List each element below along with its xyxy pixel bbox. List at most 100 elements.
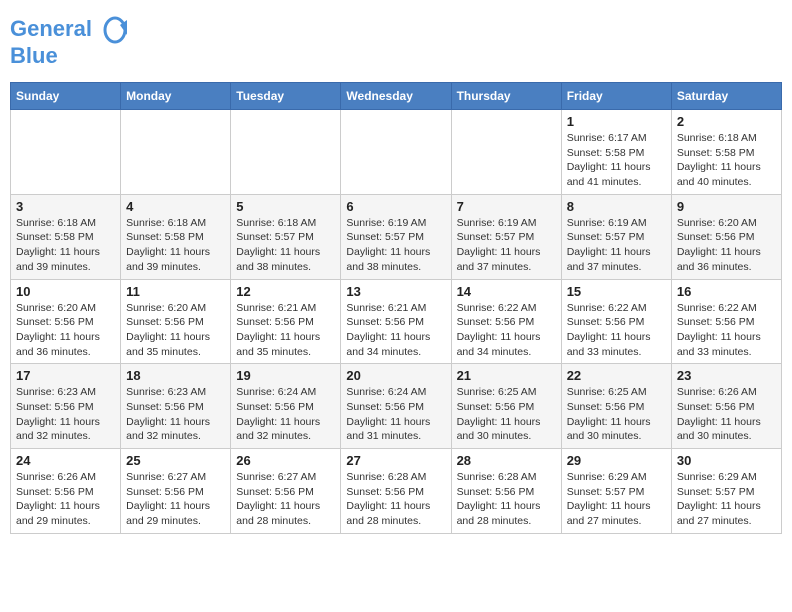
calendar-cell: 11Sunrise: 6:20 AMSunset: 5:56 PMDayligh… [121, 279, 231, 364]
calendar-cell: 6 Sunrise: 6:19 AMSunset: 5:57 PMDaylight… [341, 194, 451, 279]
calendar-cell: 28 Sunrise: 6:28 AMSunset: 5:56 PMDayligh… [451, 449, 561, 534]
day-info: Sunrise: 6:28 AMSunset: 5:56 PMDaylight:… [346, 470, 445, 529]
day-info: Sunrise: 6:26 AMSunset: 5:56 PMDaylight:… [16, 470, 115, 529]
day-info: Sunrise: 6:27 AMSunset: 5:56 PMDaylight:… [126, 470, 225, 529]
calendar-cell: 21 Sunrise: 6:25 AMSunset: 5:56 PMDayligh… [451, 364, 561, 449]
day-number: 21 [457, 368, 556, 383]
day-info: Sunrise: 6:19 AMSunset: 5:57 PMDaylight:… [346, 216, 445, 275]
day-number: 27 [346, 453, 445, 468]
calendar-cell: 16Sunrise: 6:22 AMSunset: 5:56 PMDayligh… [671, 279, 781, 364]
page-header: General Blue [10, 10, 782, 72]
calendar-day-header: Tuesday [231, 83, 341, 110]
calendar-week-row: 17 Sunrise: 6:23 AMSunset: 5:56 PMDayligh… [11, 364, 782, 449]
day-info: Sunrise: 6:18 AMSunset: 5:57 PMDaylight:… [236, 216, 335, 275]
calendar-cell: 18 Sunrise: 6:23 AMSunset: 5:56 PMDayligh… [121, 364, 231, 449]
day-info: Sunrise: 6:22 AMSunset: 5:56 PMDaylight:… [457, 301, 556, 360]
day-number: 6 [346, 199, 445, 214]
calendar-cell: 20 Sunrise: 6:24 AMSunset: 5:56 PMDayligh… [341, 364, 451, 449]
day-info: Sunrise: 6:20 AMSunset: 5:56 PMDaylight:… [677, 216, 776, 275]
calendar-cell: 9 Sunrise: 6:20 AMSunset: 5:56 PMDaylight… [671, 194, 781, 279]
day-number: 11 [126, 284, 225, 299]
day-number: 17 [16, 368, 115, 383]
day-number: 5 [236, 199, 335, 214]
day-number: 12 [236, 284, 335, 299]
calendar-cell [11, 110, 121, 195]
calendar-header-row: SundayMondayTuesdayWednesdayThursdayFrid… [11, 83, 782, 110]
day-number: 7 [457, 199, 556, 214]
calendar-day-header: Wednesday [341, 83, 451, 110]
calendar-cell [121, 110, 231, 195]
day-info: Sunrise: 6:20 AMSunset: 5:56 PMDaylight:… [16, 301, 115, 360]
day-info: Sunrise: 6:23 AMSunset: 5:56 PMDaylight:… [16, 385, 115, 444]
day-info: Sunrise: 6:25 AMSunset: 5:56 PMDaylight:… [457, 385, 556, 444]
calendar-cell: 27 Sunrise: 6:28 AMSunset: 5:56 PMDayligh… [341, 449, 451, 534]
day-number: 22 [567, 368, 666, 383]
day-number: 10 [16, 284, 115, 299]
calendar-cell: 2 Sunrise: 6:18 AMSunset: 5:58 PMDaylight… [671, 110, 781, 195]
day-info: Sunrise: 6:19 AMSunset: 5:57 PMDaylight:… [457, 216, 556, 275]
calendar-cell: 10 Sunrise: 6:20 AMSunset: 5:56 PMDayligh… [11, 279, 121, 364]
day-number: 4 [126, 199, 225, 214]
day-number: 23 [677, 368, 776, 383]
calendar-week-row: 24Sunrise: 6:26 AMSunset: 5:56 PMDayligh… [11, 449, 782, 534]
calendar-cell: 24Sunrise: 6:26 AMSunset: 5:56 PMDayligh… [11, 449, 121, 534]
logo-text: General [10, 15, 130, 45]
day-number: 26 [236, 453, 335, 468]
calendar-day-header: Monday [121, 83, 231, 110]
calendar-cell: 1Sunrise: 6:17 AMSunset: 5:58 PMDaylight… [561, 110, 671, 195]
day-info: Sunrise: 6:28 AMSunset: 5:56 PMDaylight:… [457, 470, 556, 529]
calendar-cell: 25Sunrise: 6:27 AMSunset: 5:56 PMDayligh… [121, 449, 231, 534]
day-number: 29 [567, 453, 666, 468]
calendar-cell: 13Sunrise: 6:21 AMSunset: 5:56 PMDayligh… [341, 279, 451, 364]
calendar-cell: 19 Sunrise: 6:24 AMSunset: 5:56 PMDayligh… [231, 364, 341, 449]
calendar-cell [341, 110, 451, 195]
calendar-cell: 7 Sunrise: 6:19 AMSunset: 5:57 PMDaylight… [451, 194, 561, 279]
day-info: Sunrise: 6:29 AMSunset: 5:57 PMDaylight:… [677, 470, 776, 529]
calendar-cell [231, 110, 341, 195]
day-info: Sunrise: 6:24 AMSunset: 5:56 PMDaylight:… [346, 385, 445, 444]
day-number: 14 [457, 284, 556, 299]
calendar-day-header: Sunday [11, 83, 121, 110]
calendar-cell: 26 Sunrise: 6:27 AMSunset: 5:56 PMDayligh… [231, 449, 341, 534]
calendar-cell: 29 Sunrise: 6:29 AMSunset: 5:57 PMDayligh… [561, 449, 671, 534]
day-info: Sunrise: 6:17 AMSunset: 5:58 PMDaylight:… [567, 131, 666, 190]
day-number: 28 [457, 453, 556, 468]
calendar-cell: 3Sunrise: 6:18 AMSunset: 5:58 PMDaylight… [11, 194, 121, 279]
calendar-day-header: Saturday [671, 83, 781, 110]
day-number: 19 [236, 368, 335, 383]
day-number: 20 [346, 368, 445, 383]
day-number: 9 [677, 199, 776, 214]
calendar-week-row: 10 Sunrise: 6:20 AMSunset: 5:56 PMDayligh… [11, 279, 782, 364]
calendar-cell: 4 Sunrise: 6:18 AMSunset: 5:58 PMDaylight… [121, 194, 231, 279]
calendar-day-header: Thursday [451, 83, 561, 110]
day-info: Sunrise: 6:19 AMSunset: 5:57 PMDaylight:… [567, 216, 666, 275]
day-number: 3 [16, 199, 115, 214]
day-info: Sunrise: 6:27 AMSunset: 5:56 PMDaylight:… [236, 470, 335, 529]
calendar-cell: 22 Sunrise: 6:25 AMSunset: 5:56 PMDayligh… [561, 364, 671, 449]
day-info: Sunrise: 6:29 AMSunset: 5:57 PMDaylight:… [567, 470, 666, 529]
day-info: Sunrise: 6:18 AMSunset: 5:58 PMDaylight:… [677, 131, 776, 190]
calendar-cell: 15Sunrise: 6:22 AMSunset: 5:56 PMDayligh… [561, 279, 671, 364]
day-number: 16 [677, 284, 776, 299]
day-info: Sunrise: 6:23 AMSunset: 5:56 PMDaylight:… [126, 385, 225, 444]
calendar-cell: 12 Sunrise: 6:21 AMSunset: 5:56 PMDayligh… [231, 279, 341, 364]
calendar-cell: 30Sunrise: 6:29 AMSunset: 5:57 PMDayligh… [671, 449, 781, 534]
day-info: Sunrise: 6:22 AMSunset: 5:56 PMDaylight:… [567, 301, 666, 360]
day-number: 18 [126, 368, 225, 383]
calendar-cell: 17 Sunrise: 6:23 AMSunset: 5:56 PMDayligh… [11, 364, 121, 449]
calendar-body: 1Sunrise: 6:17 AMSunset: 5:58 PMDaylight… [11, 110, 782, 534]
calendar-week-row: 3 Sunrise: 6:18 AMSunset: 5:58 PMDaylight… [11, 194, 782, 279]
logo: General Blue [10, 15, 130, 67]
calendar-day-header: Friday [561, 83, 671, 110]
day-number: 2 [677, 114, 776, 129]
calendar-week-row: 1Sunrise: 6:17 AMSunset: 5:58 PMDaylight… [11, 110, 782, 195]
day-info: Sunrise: 6:21 AMSunset: 5:56 PMDaylight:… [346, 301, 445, 360]
day-info: Sunrise: 6:25 AMSunset: 5:56 PMDaylight:… [567, 385, 666, 444]
day-info: Sunrise: 6:24 AMSunset: 5:56 PMDaylight:… [236, 385, 335, 444]
logo-blue: Blue [10, 45, 130, 67]
day-info: Sunrise: 6:18 AMSunset: 5:58 PMDaylight:… [126, 216, 225, 275]
calendar-cell: 14 Sunrise: 6:22 AMSunset: 5:56 PMDayligh… [451, 279, 561, 364]
day-info: Sunrise: 6:21 AMSunset: 5:56 PMDaylight:… [236, 301, 335, 360]
day-info: Sunrise: 6:26 AMSunset: 5:56 PMDaylight:… [677, 385, 776, 444]
calendar-cell: 23 Sunrise: 6:26 AMSunset: 5:56 PMDayligh… [671, 364, 781, 449]
